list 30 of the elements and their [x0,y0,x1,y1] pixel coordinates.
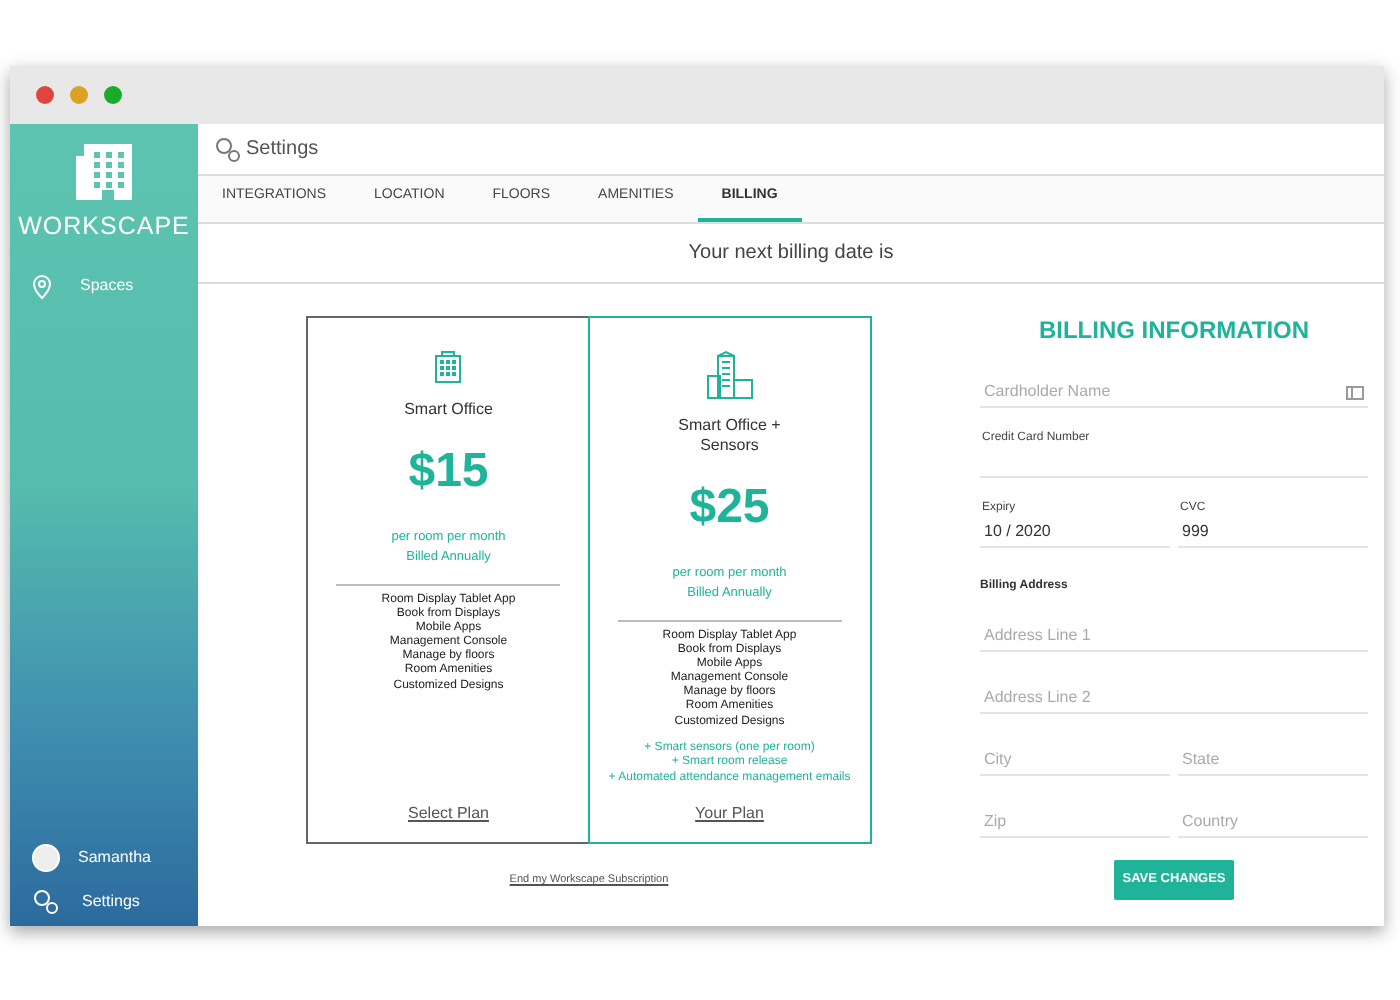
page-title: Settings [246,136,319,164]
billing-notice: Your next billing date is [198,224,1384,284]
input-field[interactable]: State [1178,746,1368,776]
user-name: Samantha [78,846,151,870]
location-pin-icon [32,273,52,300]
settings-icon [214,136,240,162]
input-field[interactable]: Zip [980,808,1170,838]
input-field[interactable]: City [980,746,1170,776]
plan-name: Smart Office [404,400,493,420]
sidebar-label: Spaces [80,274,134,299]
input-field[interactable]: Country [1178,808,1368,838]
input-field[interactable]: 999 [1178,518,1368,548]
settings-icon [32,888,58,914]
plan-price: $25 [689,478,770,538]
input-field[interactable]: Address Line 1 [980,622,1368,652]
select-plan-link[interactable]: Select Plan [408,786,489,827]
buildings-icon [705,350,754,400]
sidebar-label: Settings [82,889,140,913]
user-item[interactable]: Samantha [10,816,198,884]
input-field[interactable]: Cardholder Name [980,378,1368,408]
sidebar-item[interactable]: Settings [10,884,198,926]
building-icon [432,350,465,384]
input-field[interactable]: 10 / 2020 [980,518,1170,548]
plan-price: $15 [408,442,489,502]
form-title: BILLING INFORMATION [1036,314,1312,348]
input-field[interactable]: Address Line 2 [980,684,1368,714]
plan-status-link[interactable]: Your Plan [695,786,764,827]
avatar [32,844,60,872]
brand-name: WORKSCAPE [16,210,192,244]
plan-name: Smart Office + Sensors [678,416,781,456]
